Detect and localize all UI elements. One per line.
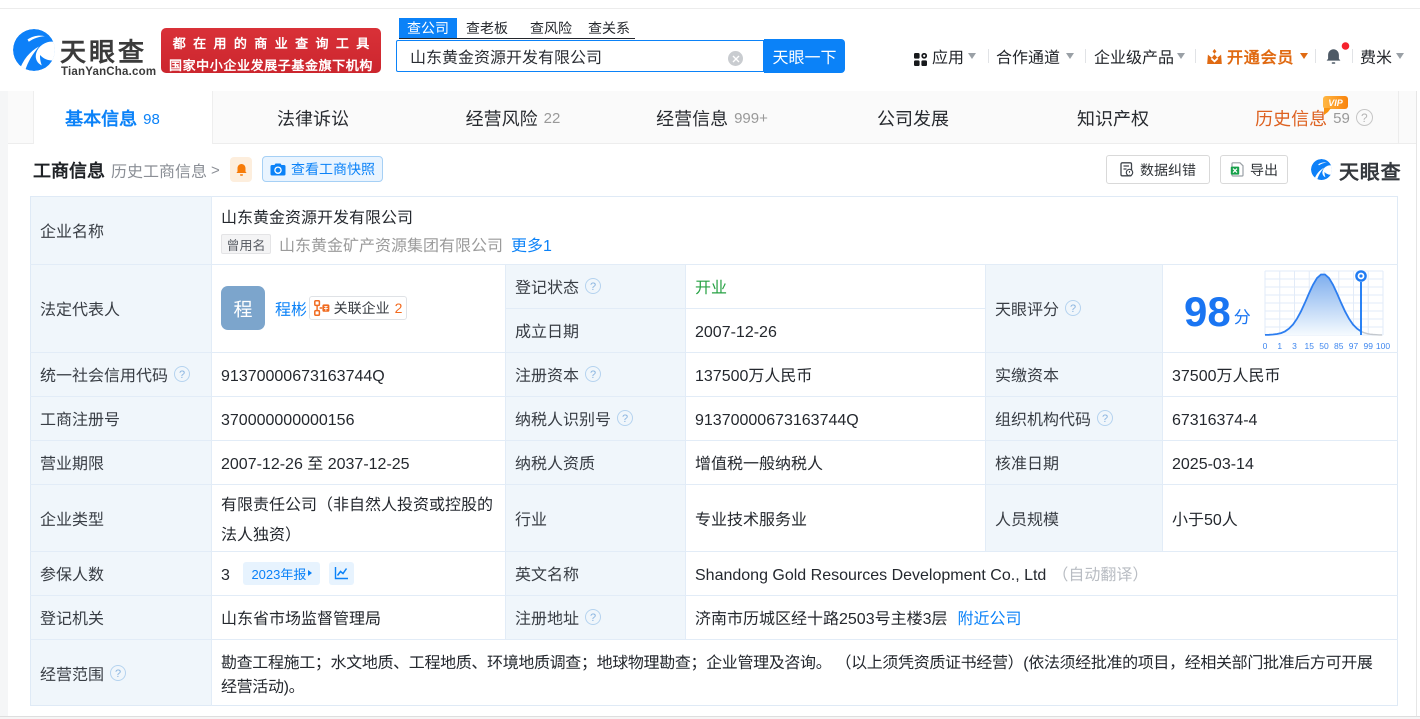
svg-text:0: 0 bbox=[1263, 341, 1268, 351]
svg-text:99: 99 bbox=[1364, 341, 1374, 351]
svg-text:100: 100 bbox=[1376, 341, 1390, 351]
svg-text:3: 3 bbox=[1292, 341, 1297, 351]
svg-text:50: 50 bbox=[1319, 341, 1329, 351]
svg-text:85: 85 bbox=[1334, 341, 1344, 351]
svg-text:97: 97 bbox=[1349, 341, 1359, 351]
svg-text:1: 1 bbox=[1277, 341, 1282, 351]
svg-text:15: 15 bbox=[1305, 341, 1315, 351]
